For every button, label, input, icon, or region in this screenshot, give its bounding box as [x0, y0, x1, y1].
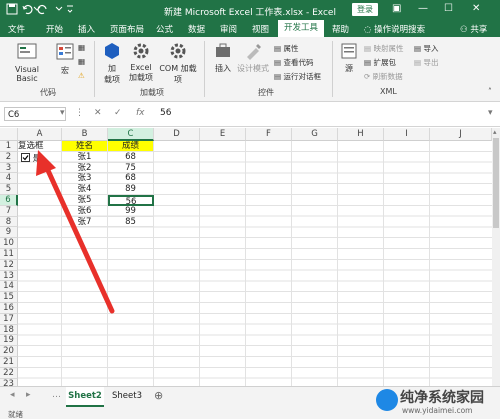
- more-icon: ⋮: [75, 108, 84, 118]
- scroll-up-icon[interactable]: ▴: [493, 128, 497, 136]
- gridline-vertical: [245, 141, 246, 386]
- xml-source-icon: [341, 43, 357, 59]
- sheet-tab-sheet3[interactable]: Sheet3: [108, 387, 146, 405]
- column-header-j[interactable]: J: [430, 128, 492, 141]
- vertical-scrollbar[interactable]: ▴: [492, 128, 500, 386]
- tab-view[interactable]: 视图: [252, 23, 269, 35]
- lightbulb-icon: ◌: [364, 25, 375, 35]
- import-button[interactable]: ▤ 导入: [414, 43, 438, 54]
- person-icon: ⚇: [460, 25, 471, 35]
- addins-button[interactable]: 加 载项: [100, 41, 124, 85]
- toolbox-icon: [216, 43, 230, 57]
- tab-review[interactable]: 审阅: [220, 23, 237, 35]
- com-gear-icon: [170, 43, 186, 59]
- map-properties-button[interactable]: ▤ 映射属性: [364, 43, 403, 54]
- tab-formulas[interactable]: 公式: [156, 23, 173, 35]
- tell-me-search[interactable]: ◌ 操作说明搜索: [364, 23, 425, 35]
- code-group-label: 代码: [40, 88, 56, 97]
- annotation-arrow: [36, 150, 115, 314]
- run-dialog-button[interactable]: ▤ 运行对话框: [274, 71, 321, 82]
- expansion-packs-button[interactable]: ▤ 扩展包: [364, 57, 396, 68]
- formula-bar: C6 ▾ ⋮ ✕ ✓ fx 56 ▾: [0, 102, 500, 127]
- gridline-vertical: [429, 141, 430, 386]
- addins-group-label: 加载项: [140, 88, 164, 97]
- design-mode-icon: [247, 44, 261, 60]
- tab-data[interactable]: 数据: [188, 23, 205, 35]
- controls-group-label: 控件: [258, 88, 274, 97]
- visual-basic-button[interactable]: Visual Basic: [4, 41, 50, 83]
- name-box-dropdown-icon[interactable]: ▾: [60, 108, 65, 118]
- gridline-vertical: [291, 141, 292, 386]
- tab-home[interactable]: 开始: [46, 23, 63, 35]
- ribbon-tabs: 文件 开始 插入 页面布局 公式 数据 审阅 视图 开发工具 帮助 ◌ 操作说明…: [0, 20, 500, 37]
- tab-insert[interactable]: 插入: [78, 23, 95, 35]
- gear-icon: [133, 43, 149, 59]
- refresh-icon: ⟳: [364, 72, 373, 81]
- minimize-icon[interactable]: —: [418, 3, 428, 14]
- expand-formula-bar-icon[interactable]: ▾: [488, 108, 493, 118]
- sheet-tab-sheet2[interactable]: Sheet2: [66, 387, 104, 407]
- macro-button[interactable]: 宏: [54, 41, 76, 76]
- tab-file[interactable]: 文件: [8, 23, 25, 35]
- visual-basic-icon: [17, 43, 37, 59]
- column-header-h[interactable]: H: [338, 128, 384, 141]
- ribbon-display-icon[interactable]: ▣: [392, 3, 401, 14]
- login-button[interactable]: 登录: [352, 3, 378, 16]
- view-code-button[interactable]: ▤ 查看代码: [274, 57, 313, 68]
- column-header-f[interactable]: F: [246, 128, 292, 141]
- export-button[interactable]: ▤ 导出: [414, 57, 438, 68]
- relative-reference-icon[interactable]: ▦: [78, 57, 85, 66]
- maximize-icon[interactable]: ☐: [444, 3, 453, 14]
- refresh-data-button[interactable]: ⟳ 刷新数据: [364, 71, 403, 82]
- close-icon[interactable]: ✕: [472, 3, 480, 14]
- gridline-vertical: [383, 141, 384, 386]
- watermark-url: www.yidaimei.com: [402, 406, 473, 415]
- excel-addins-button[interactable]: Excel 加载项: [126, 41, 156, 83]
- watermark-logo-icon: [376, 389, 398, 411]
- gridline-vertical: [337, 141, 338, 386]
- more-sheets-icon[interactable]: …: [52, 390, 61, 400]
- add-sheet-icon[interactable]: ⊕: [154, 389, 163, 402]
- ribbon-separator: [204, 41, 205, 97]
- xml-group-label: XML: [380, 87, 397, 96]
- com-addins-button[interactable]: COM 加载项: [156, 41, 200, 85]
- watermark-title: 纯净系统家园: [400, 390, 484, 406]
- formula-input[interactable]: 56: [160, 108, 171, 118]
- watermark: 纯净系统家园 www.yidaimei.com: [374, 386, 500, 419]
- collapse-ribbon-icon[interactable]: ˄: [488, 87, 492, 96]
- title-bar: 新建 Microsoft Excel 工作表.xlsx - Excel 登录 ▣…: [0, 0, 500, 20]
- column-header-e[interactable]: E: [200, 128, 246, 141]
- cancel-icon[interactable]: ✕: [94, 108, 102, 118]
- ribbon-separator: [332, 41, 333, 97]
- tab-help[interactable]: 帮助: [332, 23, 349, 35]
- name-box[interactable]: C6: [4, 107, 66, 121]
- ribbon-separator: [94, 41, 95, 97]
- properties-button[interactable]: ▤ 属性: [274, 43, 298, 54]
- share-button[interactable]: ⚇ 共享: [460, 23, 487, 35]
- insert-function-icon[interactable]: fx: [136, 108, 145, 118]
- source-button[interactable]: 源: [338, 41, 360, 74]
- enter-icon[interactable]: ✓: [114, 108, 122, 118]
- column-header-g[interactable]: G: [292, 128, 338, 141]
- ribbon: Visual Basic 宏 ▦ ▦ ⚠ 代码 加 载项 Excel 加载项 C…: [0, 37, 500, 102]
- macro-icon: [56, 43, 74, 60]
- worksheet-grid[interactable]: A B C D E F G H I J 1 2 3 4 5 6 7 8 9 10 11 12 13 14 1…: [0, 128, 492, 386]
- addins-icon: [105, 43, 119, 59]
- record-macro-icon[interactable]: ▦: [78, 43, 85, 52]
- column-header-i[interactable]: I: [384, 128, 430, 141]
- scroll-thumb[interactable]: [493, 138, 499, 228]
- prev-sheet-icon[interactable]: ◂: [10, 390, 15, 400]
- status-text: 就绪: [8, 410, 23, 419]
- next-sheet-icon[interactable]: ▸: [26, 390, 31, 400]
- tab-developer[interactable]: 开发工具: [278, 20, 325, 37]
- insert-control-button[interactable]: 插入: [210, 41, 236, 74]
- macro-security-icon[interactable]: ⚠: [78, 71, 85, 80]
- tab-page-layout[interactable]: 页面布局: [110, 23, 144, 35]
- design-mode-button[interactable]: 设计模式: [236, 41, 270, 74]
